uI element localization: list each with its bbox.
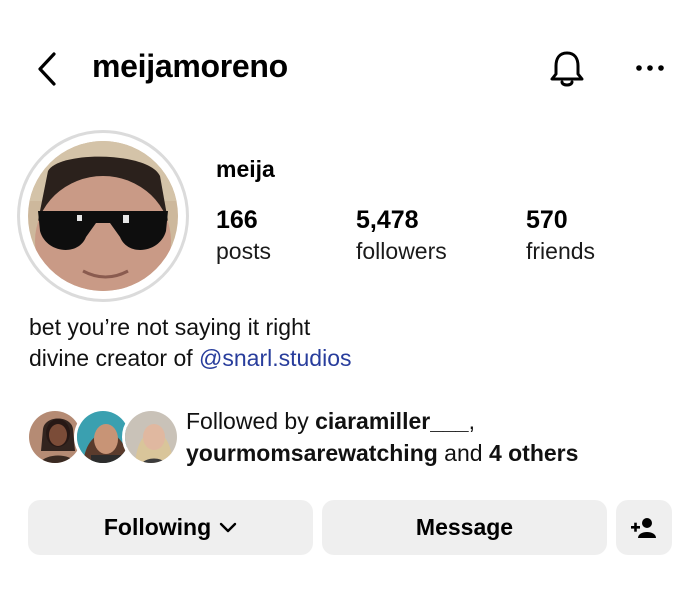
followed-by-and: and <box>437 440 489 466</box>
mutual-user-2: yourmomsarewatching <box>186 440 438 466</box>
followed-by-text[interactable]: Followed by ciaramiller___, yourmomsarew… <box>186 405 578 469</box>
mutual-others-count: 4 others <box>488 440 579 466</box>
avatar-photo <box>28 141 178 291</box>
stat-followers[interactable]: 5,478 followers <box>356 204 447 266</box>
followers-count: 5,478 <box>356 206 419 234</box>
mutual-user-1: ciaramiller___ <box>315 408 469 434</box>
message-button[interactable]: Message <box>322 500 607 555</box>
message-button-label: Message <box>415 514 514 540</box>
profile-header: meijamoreno <box>0 0 700 130</box>
stat-posts[interactable]: 166 posts <box>216 204 271 266</box>
posts-label: posts <box>216 238 271 264</box>
bio-line-1: bet you’re not saying it right <box>29 314 311 340</box>
more-horizontal-icon[interactable] <box>632 56 668 80</box>
add-person-icon <box>631 517 656 538</box>
display-name: meija <box>216 156 275 182</box>
bell-icon[interactable] <box>547 48 587 90</box>
bio-line-2-text: divine creator of <box>29 345 200 371</box>
mutual-followers-avatars[interactable] <box>26 408 180 466</box>
followed-by-prefix: Followed by <box>186 408 316 434</box>
profile-username: meijamoreno <box>92 48 288 84</box>
stat-friends[interactable]: 570 friends <box>526 204 595 266</box>
add-user-button[interactable] <box>616 500 672 555</box>
chevron-down-icon <box>219 522 237 532</box>
followed-by-separator: , <box>468 408 475 434</box>
profile-bio: bet you’re not saying it right divine cr… <box>29 312 352 374</box>
followed-by-line-2: yourmomsarewatching and 4 others <box>186 437 578 469</box>
chevron-left-icon[interactable] <box>34 50 62 88</box>
posts-count: 166 <box>216 206 258 234</box>
following-button-label: Following <box>103 514 212 540</box>
bio-mention-link[interactable]: @snarl.studios <box>199 345 351 371</box>
followed-by-line-1: Followed by ciaramiller___, <box>186 405 578 437</box>
following-button[interactable]: Following <box>28 500 313 555</box>
friends-count: 570 <box>526 206 568 234</box>
followers-label: followers <box>356 238 447 264</box>
profile-avatar[interactable] <box>17 130 189 302</box>
bio-line-2: divine creator of @snarl.studios <box>29 343 352 374</box>
friends-label: friends <box>526 238 596 264</box>
mutual-avatar-3 <box>122 408 180 466</box>
